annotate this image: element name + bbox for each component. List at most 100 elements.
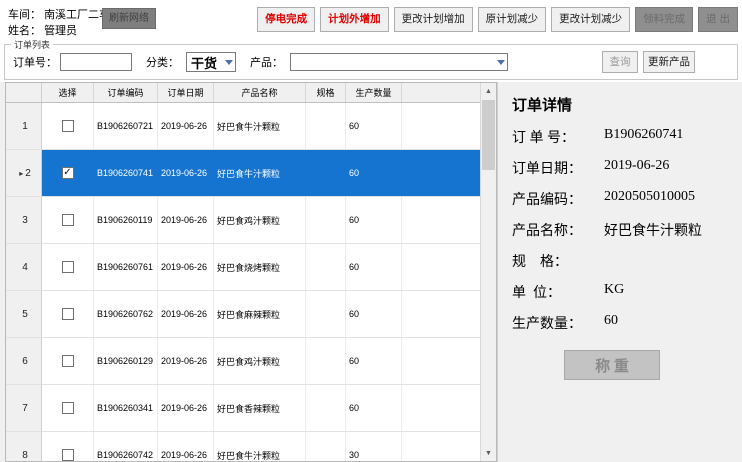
order-code-cell: B1906260741 [94, 150, 158, 196]
row-filler [402, 197, 480, 243]
order-date-cell: 2019-06-26 [158, 338, 214, 384]
row-checkbox[interactable] [61, 355, 74, 367]
scrollbar-thumb[interactable] [482, 100, 495, 170]
column-header-0[interactable]: 选择 [42, 83, 94, 102]
detail-field-value: B1906260741 [604, 127, 684, 142]
quantity-cell: 60 [346, 338, 402, 384]
detail-field-value: KG [604, 282, 625, 297]
row-index: 2 [25, 167, 31, 179]
order-code-cell: B1906260119 [94, 197, 158, 243]
table-row[interactable]: 6 B1906260129 2019-06-26 好巴食鸡汁颗粒 60 [6, 338, 480, 385]
product-name-cell: 好巴食牛汁颗粒 [214, 150, 306, 196]
workshop-label: 车间： [8, 9, 41, 21]
table-row[interactable]: 3 B1906260119 2019-06-26 好巴食鸡汁颗粒 60 [6, 197, 480, 244]
row-filler [402, 103, 480, 149]
product-dropdown[interactable] [290, 53, 508, 71]
row-checkbox[interactable] [61, 308, 74, 320]
column-header-5[interactable]: 生产数量 [346, 83, 402, 102]
product-name-cell: 好巴食鸡汁颗粒 [214, 197, 306, 243]
weigh-button[interactable]: 称 重 [564, 350, 660, 380]
table-row[interactable]: 4 B1906260761 2019-06-26 好巴食烧烤颗粒 60 [6, 244, 480, 291]
quantity-cell: 60 [346, 244, 402, 290]
table-row[interactable]: 8 B1906260742 2019-06-26 好巴食牛汁颗粒 30 [6, 432, 480, 461]
quantity-cell: 60 [346, 150, 402, 196]
row-filler [402, 385, 480, 431]
row-filler [402, 244, 480, 290]
row-index: 3 [22, 214, 28, 226]
top-action-buttons: 停电完成 计划外增加 更改计划增加 原计划减少 更改计划减少 领料完成退 出 [257, 7, 738, 32]
spec-cell [306, 150, 346, 196]
refresh-network-button[interactable]: 刷新网络 [102, 8, 156, 29]
detail-field-label: 规 格： [512, 255, 568, 270]
detail-field-value: 好巴食牛汁颗粒 [604, 224, 702, 239]
scroll-up-icon[interactable]: ▲ [481, 83, 496, 99]
orders-table: 选择 订单编码 订单日期 产品名称 规格 生产数量 1 B1906260721 2019-06… [5, 82, 497, 462]
chevron-down-icon [497, 60, 505, 65]
row-checkbox[interactable]: ✓ [61, 167, 74, 179]
row-index: 1 [22, 120, 28, 132]
row-index: 8 [22, 449, 28, 461]
detail-field-label: 订 单 号： [512, 131, 575, 146]
table-row[interactable]: ▸ 2 ✓ B1906260741 2019-06-26 好巴食牛汁颗粒 60 [6, 150, 480, 197]
top-action-button-2[interactable]: 更改计划增加 [393, 7, 473, 32]
row-number: ▸ 2 [6, 150, 42, 196]
category-dropdown[interactable]: 干货 [186, 52, 236, 72]
order-date-cell: 2019-06-26 [158, 244, 214, 290]
detail-field-value: 60 [604, 313, 618, 328]
row-checkbox[interactable] [61, 402, 74, 414]
select-cell [42, 197, 94, 243]
top-action-button-1[interactable]: 计划外增加 [320, 7, 389, 32]
row-number: 3 [6, 197, 42, 243]
row-number: 8 [6, 432, 42, 461]
query-button[interactable]: 查询 [602, 51, 638, 73]
update-product-button[interactable]: 更新产品 [643, 51, 695, 73]
top-action-button-0[interactable]: 停电完成 [257, 7, 316, 32]
order-list-groupbox: 订单列表 订单号： 分类： 干货 产品： 查询 更新产品 [4, 38, 738, 80]
quantity-cell: 60 [346, 197, 402, 243]
select-cell [42, 103, 94, 149]
detail-fields: 订 单 号： B1906260741 订单日期： 2019-06-26 产品编码： 202… [512, 127, 742, 333]
category-label: 分类： [146, 57, 179, 69]
detail-field-label: 产品编码： [512, 193, 582, 208]
select-cell [42, 291, 94, 337]
row-filler [402, 338, 480, 384]
top-action-button-3[interactable]: 原计划减少 [477, 7, 547, 32]
row-checkbox[interactable] [61, 449, 74, 461]
detail-field-label: 单 位： [512, 286, 561, 301]
order-no-input[interactable] [60, 53, 132, 71]
select-cell [42, 244, 94, 290]
column-header-filler [402, 83, 480, 102]
order-code-cell: B1906260341 [94, 385, 158, 431]
user-value: 管理员 [44, 25, 78, 37]
spec-cell [306, 244, 346, 290]
detail-field: 规 格： [512, 251, 742, 271]
top-action-button-4[interactable]: 更改计划减少 [551, 7, 631, 32]
order-date-cell: 2019-06-26 [158, 197, 214, 243]
scroll-down-icon[interactable]: ▼ [481, 445, 496, 461]
quantity-cell: 30 [346, 432, 402, 461]
row-checkbox[interactable] [61, 261, 74, 273]
column-header-1[interactable]: 订单编码 [94, 83, 158, 102]
row-checkbox[interactable] [61, 214, 74, 226]
main-area: 选择 订单编码 订单日期 产品名称 规格 生产数量 1 B1906260721 2019-06… [0, 82, 742, 462]
row-checkbox[interactable] [61, 120, 74, 132]
row-number: 7 [6, 385, 42, 431]
column-header-4[interactable]: 规格 [306, 83, 346, 102]
detail-field-value: 2019-06-26 [604, 158, 670, 173]
quantity-cell: 60 [346, 103, 402, 149]
order-date-cell: 2019-06-26 [158, 150, 214, 196]
category-value: 干货 [191, 55, 218, 71]
detail-field-label: 生产数量： [512, 317, 582, 332]
table-row[interactable]: 1 B1906260721 2019-06-26 好巴食牛汁颗粒 60 [6, 103, 480, 150]
table-body: 1 B1906260721 2019-06-26 好巴食牛汁颗粒 60 ▸ 2 ✓ B19062… [6, 103, 480, 461]
column-header-2[interactable]: 订单日期 [158, 83, 214, 102]
table-row[interactable]: 7 B1906260341 2019-06-26 好巴食香辣颗粒 60 [6, 385, 480, 432]
table-row[interactable]: 5 B1906260762 2019-06-26 好巴食麻辣颗粒 60 [6, 291, 480, 338]
row-number: 1 [6, 103, 42, 149]
column-header-3[interactable]: 产品名称 [214, 83, 306, 102]
chevron-down-icon [225, 60, 233, 65]
vertical-scrollbar[interactable]: ▲ ▼ [480, 83, 496, 461]
row-number: 6 [6, 338, 42, 384]
detail-field-label: 订单日期： [512, 162, 582, 177]
spec-cell [306, 385, 346, 431]
